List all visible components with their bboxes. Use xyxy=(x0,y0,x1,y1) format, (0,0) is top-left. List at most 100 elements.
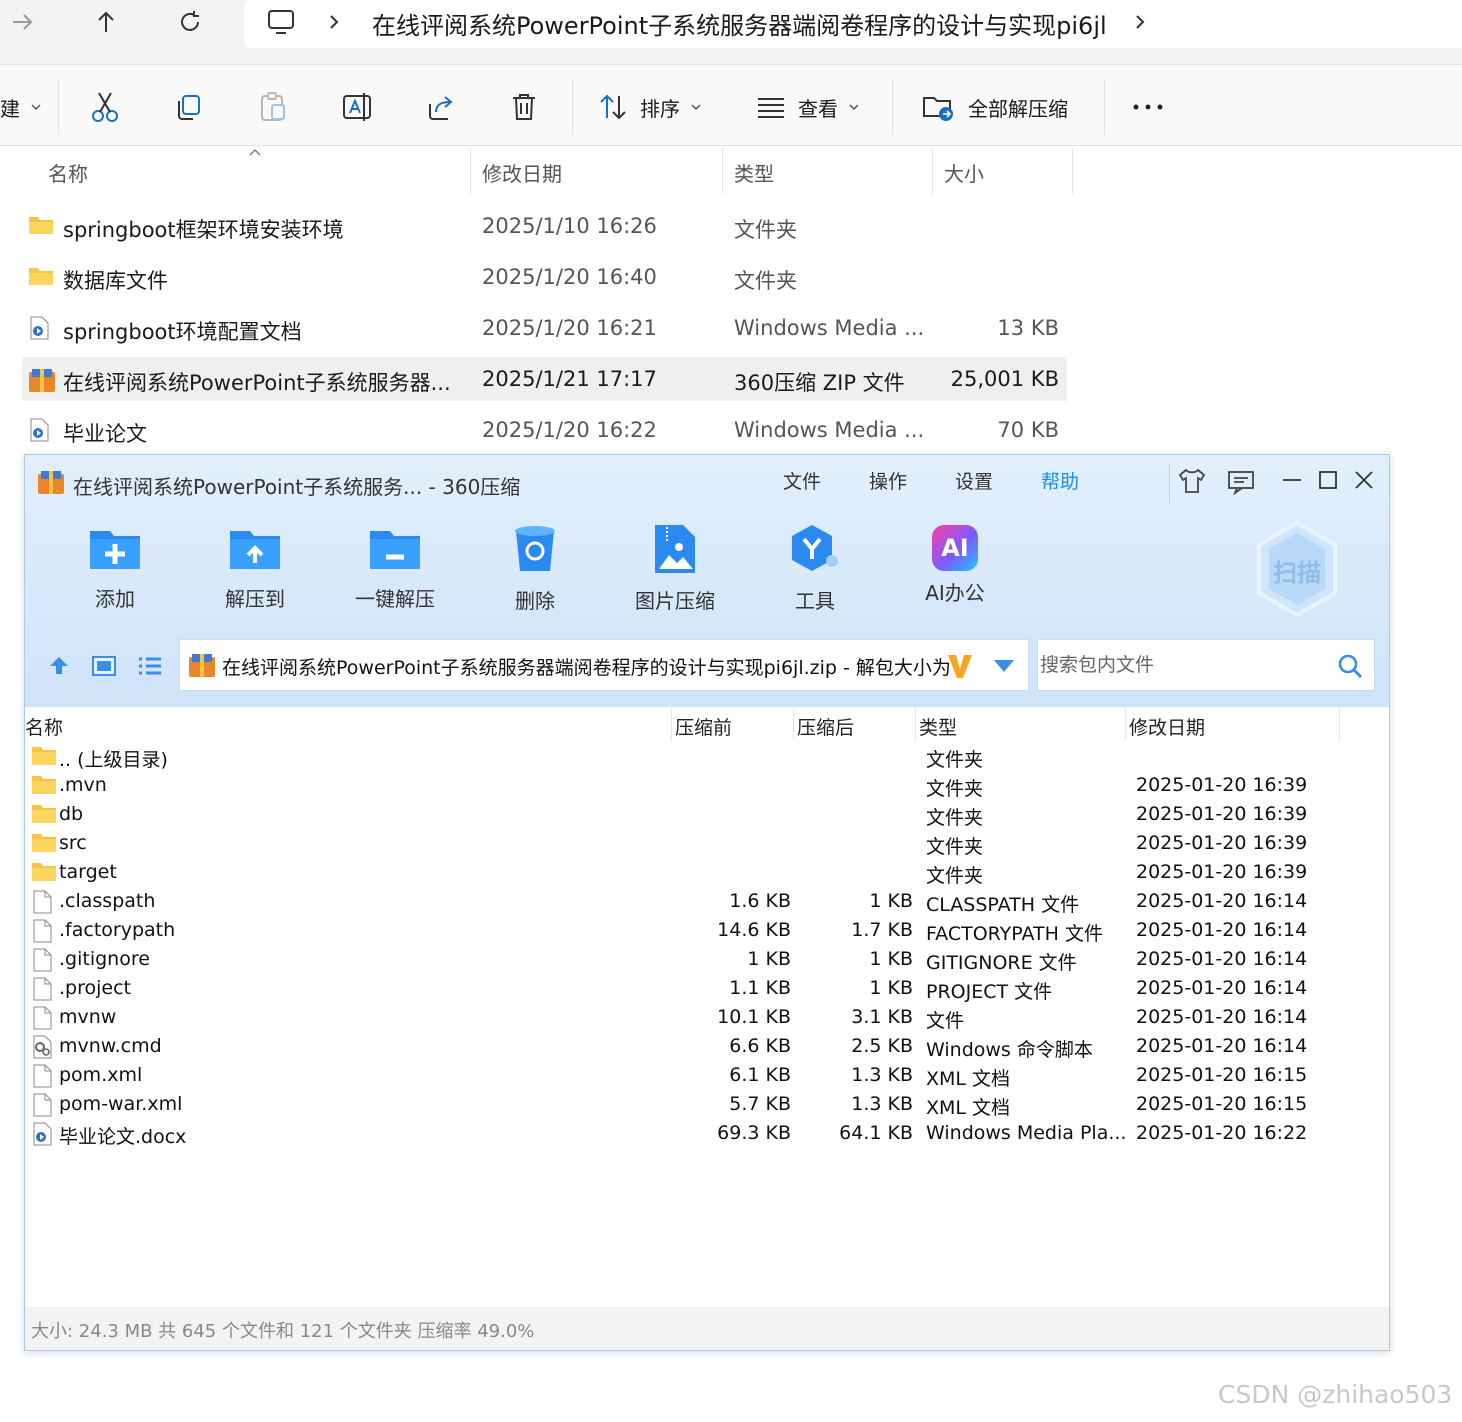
menu-operations[interactable]: 操作 xyxy=(869,467,907,494)
image-compress-button[interactable]: 图片压缩 xyxy=(615,523,735,614)
skin-shirt-icon[interactable] xyxy=(1177,467,1207,495)
entry-size-before: 6.6 KB xyxy=(729,1035,791,1057)
column-header-name[interactable]: 名称 xyxy=(48,158,88,187)
view-button[interactable]: 查看 xyxy=(756,87,860,127)
archive-row[interactable]: pom.xml 6.1 KB 1.3 KB XML 文档 2025-01-20 16:1… xyxy=(25,1062,1389,1091)
breadcrumb[interactable]: 在线评阅系统PowerPoint子系统服务器端阅卷程序的设计与实现pi6jl xyxy=(244,0,1462,48)
column-divider[interactable] xyxy=(671,707,672,741)
thumbnail-view-icon[interactable] xyxy=(91,655,117,677)
paste-icon xyxy=(261,92,285,121)
sort-button[interactable]: 排序 xyxy=(598,87,702,127)
column-header-type[interactable]: 类型 xyxy=(734,158,774,187)
column-header-after[interactable]: 压缩后 xyxy=(797,713,854,740)
forward-button[interactable] xyxy=(2,6,42,38)
column-divider[interactable] xyxy=(1125,707,1126,741)
archive-row[interactable]: .mvn 文件夹 2025-01-20 16:39 xyxy=(25,772,1389,801)
column-divider[interactable] xyxy=(470,148,471,194)
breadcrumb-current-folder[interactable]: 在线评阅系统PowerPoint子系统服务器端阅卷程序的设计与实现pi6jl xyxy=(372,6,1107,41)
file-row[interactable]: 毕业论文 2025/1/20 16:22 Windows Media ... 7… xyxy=(22,408,1067,452)
chevron-right-icon[interactable] xyxy=(1130,12,1150,32)
archive-row[interactable]: mvnw.cmd 6.6 KB 2.5 KB Windows 命令脚本 2025-01-… xyxy=(25,1033,1389,1062)
archive-row[interactable]: .factorypath 14.6 KB 1.7 KB FACTORYPATH 文件 2… xyxy=(25,917,1389,946)
archive-row[interactable]: src 文件夹 2025-01-20 16:39 xyxy=(25,830,1389,859)
file-row[interactable]: springboot框架环境安装环境 2025/1/10 16:26 文件夹 xyxy=(22,204,1067,248)
file-row-selected[interactable]: 在线评阅系统PowerPoint子系统服务器... 2025/1/21 17:1… xyxy=(22,357,1067,401)
dropdown-arrow-icon[interactable] xyxy=(992,658,1016,674)
ai-office-button[interactable]: AI AI办公 xyxy=(895,523,1015,606)
archive-row[interactable]: 毕业论文.docx 69.3 KB 64.1 KB Windows Media Pla… xyxy=(25,1120,1389,1149)
tools-button[interactable]: 工具 xyxy=(755,523,875,614)
recycle-bin-icon xyxy=(515,526,555,571)
archive-search-input[interactable] xyxy=(1038,640,1328,690)
more-options-button[interactable] xyxy=(1132,87,1164,127)
cut-button[interactable] xyxy=(90,87,120,127)
archive-search-box[interactable] xyxy=(1037,639,1375,691)
entry-modified: 2025-01-20 16:15 xyxy=(1136,1064,1308,1086)
archive-row[interactable]: target 文件夹 2025-01-20 16:39 xyxy=(25,859,1389,888)
column-header-modified[interactable]: 修改日期 xyxy=(482,158,562,187)
menu-file[interactable]: 文件 xyxy=(783,467,821,494)
column-header-modified[interactable]: 修改日期 xyxy=(1129,713,1205,740)
one-click-extract-button[interactable]: 一键解压 xyxy=(335,523,455,612)
archive-row[interactable]: .classpath 1.6 KB 1 KB CLASSPATH 文件 2025-01-… xyxy=(25,888,1389,917)
entry-name: target xyxy=(59,861,117,883)
one-click-extract-icon xyxy=(370,531,420,569)
entry-type: 文件夹 xyxy=(926,778,984,800)
column-header-before[interactable]: 压缩前 xyxy=(675,713,732,740)
file-row[interactable]: 数据库文件 2025/1/20 16:40 文件夹 xyxy=(22,255,1067,299)
refresh-button[interactable] xyxy=(170,6,210,38)
extract-to-label: 解压到 xyxy=(225,587,285,611)
up-button[interactable] xyxy=(86,6,126,38)
parent-folder-up-icon[interactable] xyxy=(47,653,71,677)
column-divider[interactable] xyxy=(932,148,933,194)
file-size: 25,001 KB xyxy=(950,367,1059,391)
rename-button[interactable] xyxy=(342,87,374,127)
column-divider[interactable] xyxy=(915,707,916,741)
entry-size-after: 1.3 KB xyxy=(851,1064,913,1086)
new-button-label: 建 xyxy=(0,96,20,121)
new-button[interactable]: 建 xyxy=(0,87,42,127)
column-header-type[interactable]: 类型 xyxy=(919,713,957,740)
maximize-icon[interactable] xyxy=(1317,469,1339,491)
menu-help[interactable]: 帮助 xyxy=(1041,467,1079,494)
archive-row[interactable]: db 文件夹 2025-01-20 16:39 xyxy=(25,801,1389,830)
add-button[interactable]: 添加 xyxy=(55,523,175,612)
file-type: 360压缩 ZIP 文件 xyxy=(734,371,905,395)
file-row[interactable]: springboot环境配置文档 2025/1/20 16:21 Windows… xyxy=(22,306,1067,350)
archive-row[interactable]: mvnw 10.1 KB 3.1 KB 文件 2025-01-20 16:14 xyxy=(25,1004,1389,1033)
entry-name: 毕业论文.docx xyxy=(59,1126,187,1148)
archive-row[interactable]: .project 1.1 KB 1 KB PROJECT 文件 2025-01-20 1… xyxy=(25,975,1389,1004)
file-modified: 2025/1/20 16:21 xyxy=(482,316,657,340)
minimize-icon[interactable] xyxy=(1281,469,1303,491)
column-divider[interactable] xyxy=(1072,148,1073,194)
share-button[interactable] xyxy=(426,87,456,127)
ai-office-label: AI办公 xyxy=(925,581,985,605)
column-header-size[interactable]: 大小 xyxy=(944,158,984,187)
paste-button[interactable] xyxy=(258,87,288,127)
column-divider[interactable] xyxy=(793,707,794,741)
column-divider[interactable] xyxy=(722,148,723,194)
list-view-icon[interactable] xyxy=(137,655,163,677)
menu-settings[interactable]: 设置 xyxy=(955,467,993,494)
scan-button[interactable]: 扫描 xyxy=(1253,519,1341,619)
close-icon[interactable] xyxy=(1353,469,1375,491)
file-name: 在线评阅系统PowerPoint子系统服务器... xyxy=(63,371,451,395)
archive-path-field[interactable]: 在线评阅系统PowerPoint子系统服务器端阅卷程序的设计与实现pi6jl.z… xyxy=(179,639,1029,691)
delete-label: 删除 xyxy=(515,589,555,613)
delete-archive-button[interactable]: 删除 xyxy=(475,523,595,614)
delete-button[interactable] xyxy=(510,87,538,127)
search-icon[interactable] xyxy=(1336,652,1364,680)
archive-row[interactable]: pom-war.xml 5.7 KB 1.3 KB XML 文档 2025-01-20 … xyxy=(25,1091,1389,1120)
copy-button[interactable] xyxy=(174,87,204,127)
extract-to-button[interactable]: 解压到 xyxy=(195,523,315,612)
v-badge-icon xyxy=(948,655,972,678)
archive-row[interactable]: .. (上级目录) 文件夹 xyxy=(25,743,1389,772)
column-divider[interactable] xyxy=(1339,707,1340,741)
column-header-name[interactable]: 名称 xyxy=(25,713,63,740)
extract-all-button[interactable]: 全部解压缩 xyxy=(922,87,1068,127)
archive-row[interactable]: .gitignore 1 KB 1 KB GITIGNORE 文件 2025-01-20… xyxy=(25,946,1389,975)
entry-size-before: 1.1 KB xyxy=(729,977,791,999)
feedback-icon[interactable] xyxy=(1227,469,1255,495)
zip-app-icon xyxy=(38,471,64,494)
scissors-icon xyxy=(92,92,118,122)
